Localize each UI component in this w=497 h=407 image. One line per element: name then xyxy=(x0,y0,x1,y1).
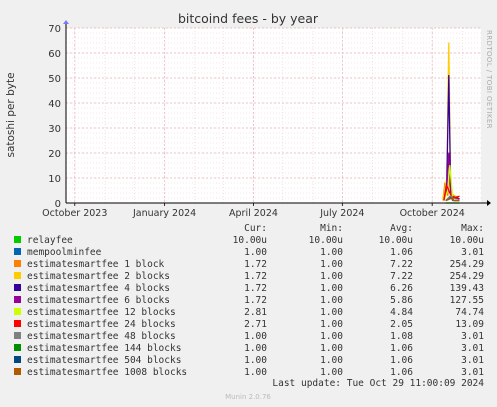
legend-value-cur: 1.72 xyxy=(244,259,267,270)
legend-value-max: 3.01 xyxy=(461,355,484,366)
legend-swatch xyxy=(14,284,21,291)
legend-value-avg: 10.00u xyxy=(379,235,413,246)
legend-swatch xyxy=(14,320,21,327)
legend-value-avg: 5.86 xyxy=(390,295,413,306)
legend-value-min: 1.00 xyxy=(320,295,343,306)
legend-value-min: 1.00 xyxy=(320,259,343,270)
legend-value-min: 1.00 xyxy=(320,355,343,366)
legend-value-min: 1.00 xyxy=(320,367,343,378)
y-tick-label: 20 xyxy=(48,149,61,160)
legend-swatch xyxy=(14,236,21,243)
legend-value-cur: 1.00 xyxy=(244,343,267,354)
legend-label: estimatesmartfee 1 block xyxy=(27,259,165,270)
legend-value-max: 139.43 xyxy=(450,283,484,294)
y-axis-arrow xyxy=(63,20,69,24)
legend-swatch xyxy=(14,260,21,267)
legend-value-avg: 7.22 xyxy=(390,271,413,282)
chart: 010203040506070October 2023 January 2024 A… xyxy=(5,11,493,401)
x-tick-label: July 2024 xyxy=(319,208,364,219)
x-tick-label: January 2024 xyxy=(132,208,196,219)
legend-header-cur: Cur: xyxy=(244,223,267,234)
legend-value-avg: 2.05 xyxy=(390,319,413,330)
legend-swatch xyxy=(14,296,21,303)
chart-title: bitcoind fees - by year xyxy=(178,11,319,26)
y-tick-label: 30 xyxy=(48,124,61,135)
legend-label: mempoolminfee xyxy=(27,247,102,258)
x-axis-arrow xyxy=(487,200,491,206)
legend-value-max: 10.00u xyxy=(450,235,484,246)
legend-value-cur: 1.00 xyxy=(244,331,267,342)
y-tick-label: 40 xyxy=(48,99,61,110)
x-tick-label: April 2024 xyxy=(229,208,278,219)
y-axis-label: satoshi per byte xyxy=(5,72,17,157)
legend-value-avg: 1.06 xyxy=(390,343,413,354)
legend-header-min: Min: xyxy=(320,223,343,234)
x-tick-label: October 2023 xyxy=(42,208,107,219)
legend-header-avg: Avg: xyxy=(390,223,413,234)
legend-swatch xyxy=(14,272,21,279)
legend-swatch xyxy=(14,368,21,375)
legend-value-cur: 1.00 xyxy=(244,355,267,366)
legend-value-max: 74.74 xyxy=(455,307,484,318)
legend-swatch xyxy=(14,332,21,339)
legend-value-avg: 7.22 xyxy=(390,259,413,270)
legend-value-max: 3.01 xyxy=(461,247,484,258)
legend-header-max: Max: xyxy=(461,223,484,234)
legend-value-cur: 1.00 xyxy=(244,247,267,258)
legend-value-min: 1.00 xyxy=(320,271,343,282)
legend-value-cur: 1.00 xyxy=(244,367,267,378)
legend-value-min: 1.00 xyxy=(320,319,343,330)
last-update: Last update: Tue Oct 29 11:00:09 2024 xyxy=(272,378,484,389)
legend-value-min: 1.00 xyxy=(320,331,343,342)
legend-value-cur: 2.71 xyxy=(244,319,267,330)
legend-label: estimatesmartfee 12 blocks xyxy=(27,307,176,318)
legend-value-cur: 1.72 xyxy=(244,271,267,282)
legend-value-cur: 1.72 xyxy=(244,295,267,306)
legend-value-min: 1.00 xyxy=(320,343,343,354)
y-tick-label: 70 xyxy=(48,24,61,35)
legend-label: estimatesmartfee 504 blocks xyxy=(27,355,181,366)
legend-label: estimatesmartfee 2 blocks xyxy=(27,271,170,282)
legend-value-min: 1.00 xyxy=(320,307,343,318)
legend-swatch xyxy=(14,356,21,363)
legend-value-max: 254.29 xyxy=(450,259,485,270)
legend-value-min: 10.00u xyxy=(309,235,343,246)
x-tick-label: October 2024 xyxy=(400,208,465,219)
legend-value-avg: 1.08 xyxy=(390,331,413,342)
legend-swatch xyxy=(14,248,21,255)
legend-value-cur: 1.72 xyxy=(244,283,267,294)
legend-value-max: 13.09 xyxy=(455,319,484,330)
legend-value-min: 1.00 xyxy=(320,283,343,294)
legend-value-max: 3.01 xyxy=(461,367,484,378)
legend-value-avg: 1.06 xyxy=(390,247,413,258)
legend-value-max: 3.01 xyxy=(461,343,484,354)
legend-value-max: 127.55 xyxy=(450,295,484,306)
legend-value-cur: 2.81 xyxy=(244,307,267,318)
legend-label: estimatesmartfee 4 blocks xyxy=(27,283,170,294)
legend-value-cur: 10.00u xyxy=(233,235,267,246)
y-tick-label: 60 xyxy=(48,49,61,60)
legend-swatch xyxy=(14,344,21,351)
legend-value-avg: 1.06 xyxy=(390,355,413,366)
legend-value-max: 3.01 xyxy=(461,331,484,342)
legend-value-max: 254.29 xyxy=(450,271,485,282)
legend-value-avg: 6.26 xyxy=(390,283,413,294)
legend-label: relayfee xyxy=(27,235,73,246)
legend-value-min: 1.00 xyxy=(320,247,343,258)
legend-label: estimatesmartfee 144 blocks xyxy=(27,343,181,354)
legend-label: estimatesmartfee 1008 blocks xyxy=(27,367,187,378)
legend-swatch xyxy=(14,308,21,315)
watermark: RRDTOOL / TOBI OETIKER xyxy=(485,30,493,129)
footer-version: Munin 2.0.76 xyxy=(225,393,271,401)
legend-label: estimatesmartfee 48 blocks xyxy=(27,331,176,342)
legend-label: estimatesmartfee 24 blocks xyxy=(27,319,176,330)
legend-value-avg: 1.06 xyxy=(390,367,413,378)
y-tick-label: 50 xyxy=(48,74,61,85)
legend-value-avg: 4.84 xyxy=(390,307,413,318)
y-tick-label: 10 xyxy=(48,174,61,185)
plot-area xyxy=(66,28,481,203)
legend-label: estimatesmartfee 6 blocks xyxy=(27,295,170,306)
